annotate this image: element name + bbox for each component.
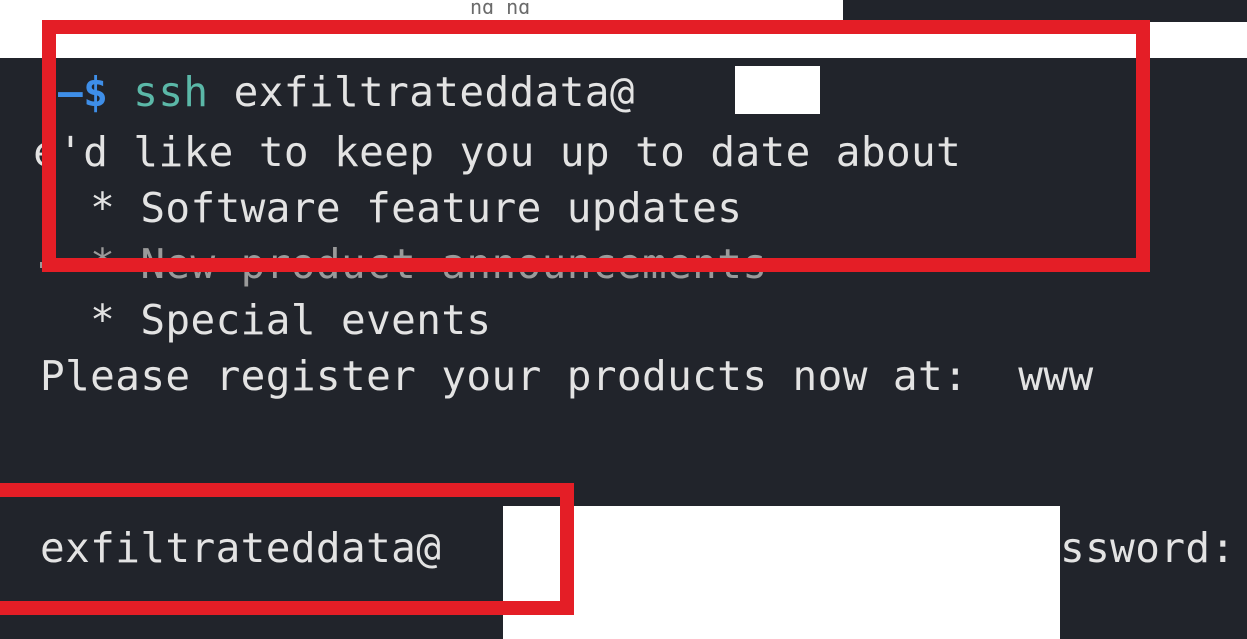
top-dark-bar bbox=[843, 0, 1247, 22]
cropped-left-edge bbox=[0, 128, 35, 176]
bullet-special-events: * Special events bbox=[40, 296, 492, 344]
register-line: Please register your products now at: ww… bbox=[40, 352, 1094, 400]
annotation-box-bottom bbox=[0, 483, 574, 615]
annotation-box-top bbox=[42, 20, 1150, 272]
redaction-host-2 bbox=[503, 506, 1060, 639]
screenshot: ng ng —$ ssh exfiltrateddata@ We'd like … bbox=[0, 0, 1247, 639]
header-fragment: ng ng bbox=[470, 0, 530, 14]
password-prompt-tail: ssword: bbox=[1060, 524, 1236, 572]
